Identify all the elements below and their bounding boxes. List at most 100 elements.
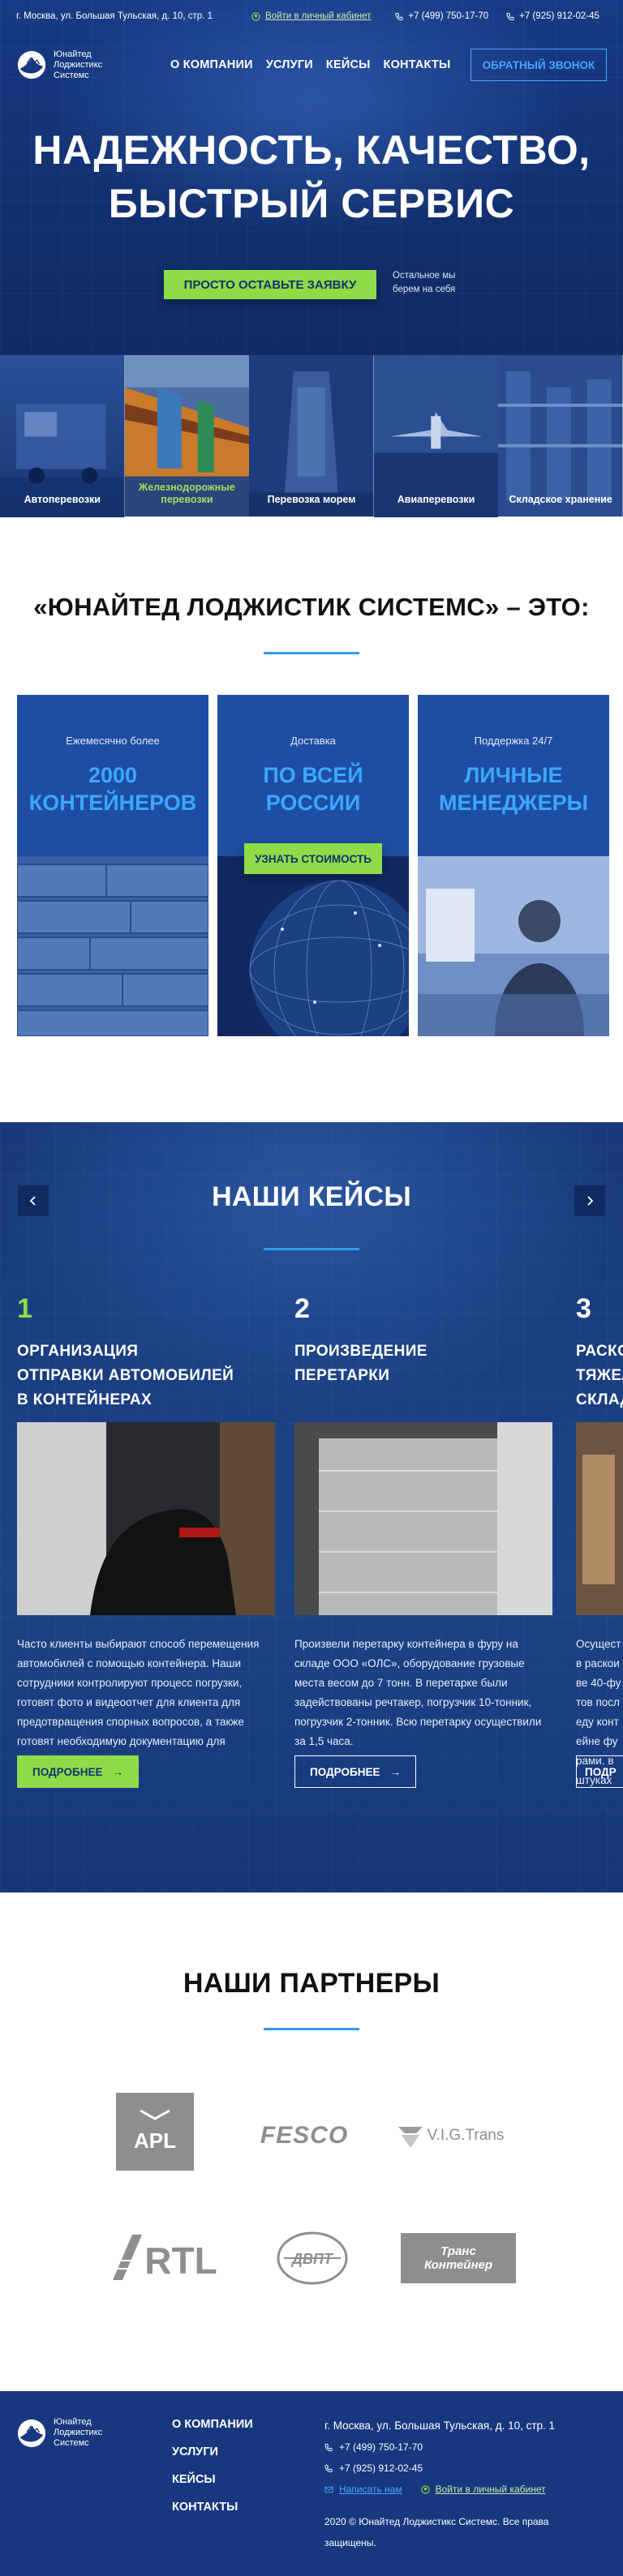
partner-logo-vig: V.I.G.Trans (393, 2118, 507, 2154)
service-rail[interactable]: Железнодорожные перевозки (124, 355, 250, 517)
header-address: г. Москва, ул. Большая Тульская, д. 10, … (16, 11, 213, 21)
service-trucks[interactable]: Автоперевозки (0, 355, 125, 517)
service-air[interactable]: Авиаперевозки (373, 355, 499, 517)
feature-card-highlight-line-1: ЛИЧНЫЕ (464, 763, 563, 787)
footer-logo[interactable]: Юнайтед Лоджистикс Системс (16, 2417, 154, 2449)
footer-write-us-link[interactable]: Написать нам (324, 2479, 402, 2500)
case-title-line: РАСКО (576, 1343, 623, 1360)
arrow-right-icon: → (112, 1765, 123, 1778)
cases-section: НАШИ КЕЙСЫ 1 ОРГАНИЗАЦИЯ ОТПРАВКИ АВТОМО… (0, 1122, 623, 1892)
footer-write-us-label: Написать нам (339, 2484, 402, 2495)
wrapped-cargo-image (294, 1422, 552, 1615)
feature-card-delivery: Доставка ПО ВСЕЙ РОССИИ УЗНАТЬ СТОИМОСТЬ (217, 695, 409, 1036)
nav-item-contacts[interactable]: КОНТАКТЫ (384, 58, 451, 71)
hero-title-line-2: БЫСТРЫЙ СЕРВИС (108, 181, 515, 226)
footer-phone-2[interactable]: +7 (925) 912-02-45 (324, 2458, 600, 2479)
warehouse-image (498, 355, 623, 517)
phone-icon (506, 12, 514, 20)
main-nav-row: Юнайтед Лоджистикс Системс О КОМПАНИИ УС… (0, 42, 623, 88)
services-strip: Автоперевозки Железнодорожные перевозки … (0, 355, 623, 517)
service-rail-label: Железнодорожные перевозки (138, 482, 235, 505)
partner-logo-fesco: FESCO (260, 2122, 349, 2149)
get-price-button[interactable]: УЗНАТЬ СТОИМОСТЬ (244, 843, 382, 874)
warehouse-boxes-image (576, 1422, 623, 1615)
footer-nav-about[interactable]: О КОМПАНИИ (172, 2411, 253, 2438)
case-more-button[interactable]: ПОДР (576, 1755, 623, 1788)
footer-nav-cases[interactable]: КЕЙСЫ (172, 2466, 253, 2493)
nav-item-services[interactable]: УСЛУГИ (266, 58, 313, 71)
partners-section: НАШИ ПАРТНЕРЫ APL FESCO V.I.G.Trans RTL … (0, 1892, 623, 2391)
case-more-label: ПОДРОБНЕЕ (310, 1765, 380, 1778)
feature-card-highlight: ПО ВСЕЙ РОССИИ (217, 761, 409, 817)
phone-icon (324, 2443, 333, 2451)
phone-icon (395, 12, 403, 20)
callback-button[interactable]: ОБРАТНЫЙ ЗВОНОК (470, 49, 607, 81)
case-description: Часто клиенты выбирают способ перемещени… (17, 1638, 260, 1767)
manager-photo-image (418, 856, 609, 1036)
partner-logo-rtl: RTL (110, 2231, 223, 2283)
footer-nav: О КОМПАНИИ УСЛУГИ КЕЙСЫ КОНТАКТЫ (172, 2411, 253, 2521)
phone-1-label: +7 (499) 750-17-70 (408, 11, 489, 21)
case-more-button[interactable]: ПОДРОБНЕЕ → (17, 1755, 139, 1788)
nav-item-about[interactable]: О КОМПАНИИ (170, 58, 253, 71)
footer: Юнайтед Лоджистикс Системс О КОМПАНИИ УС… (0, 2391, 623, 2576)
case-title-line: ПЕРЕТАРКИ (294, 1367, 390, 1384)
dvpt-logo-icon: ДВПТ (277, 2231, 348, 2285)
case-more-button[interactable]: ПОДРОБНЕЕ → (294, 1755, 416, 1788)
site-logo[interactable]: Юнайтед Лоджистикс Системс (16, 49, 154, 81)
feature-card-highlight: 2000 КОНТЕЙНЕРОВ (17, 761, 208, 817)
cabinet-link[interactable]: Войти в личный кабинет (251, 11, 371, 21)
footer-phone-2-label: +7 (925) 912-02-45 (339, 2462, 423, 2474)
containers-image (17, 856, 208, 1036)
cases-title-underline (264, 1248, 359, 1250)
footer-phone-1-label: +7 (499) 750-17-70 (339, 2441, 423, 2453)
phone-icon (324, 2464, 333, 2472)
service-warehouse-label: Складское хранение (509, 494, 612, 505)
arrow-right-icon: → (389, 1765, 401, 1778)
footer-logo-line-3: Системс (54, 2438, 89, 2448)
case-more-label: ПОДРОБНЕЕ (32, 1765, 103, 1778)
service-sea-label: Перевозка морем (267, 494, 356, 505)
phone-link-1[interactable]: +7 (499) 750-17-70 (395, 11, 488, 21)
ship-image (249, 355, 374, 517)
footer-nav-contacts[interactable]: КОНТАКТЫ (172, 2493, 253, 2521)
phone-2-label: +7 (925) 912-02-45 (519, 11, 599, 21)
case-more-label: ПОДР (585, 1765, 617, 1778)
footer-logo-line-2: Лоджистикс (54, 2428, 103, 2437)
case-number: 2 (294, 1293, 310, 1324)
footer-contacts: г. Москва, ул. Большая Тульская, д. 10, … (324, 2415, 600, 2553)
feature-card-highlight-line-2: КОНТЕЙНЕРОВ (28, 791, 197, 815)
cases-title: НАШИ КЕЙСЫ (212, 1181, 411, 1212)
partner-logo-dvpt: ДВПТ (276, 2231, 349, 2285)
globe-logo-icon (17, 50, 46, 79)
footer-cabinet-link[interactable]: Войти в личный кабинет (420, 2479, 546, 2500)
case-title: ПРОИЗВЕДЕНИЕ ПЕРЕТАРКИ (294, 1339, 552, 1388)
service-warehouse[interactable]: Складское хранение (498, 355, 623, 517)
footer-address: г. Москва, ул. Большая Тульская, д. 10, … (324, 2420, 556, 2432)
feature-card-highlight: ЛИЧНЫЕ МЕНЕДЖЕРЫ (418, 761, 609, 817)
service-sea[interactable]: Перевозка морем (249, 355, 374, 517)
phone-link-2[interactable]: +7 (925) 912-02-45 (506, 11, 599, 21)
partner-logo-transcontainer: Транс Контейнер (401, 2233, 516, 2283)
case-description: Произвели перетарку контейнера в фуру на… (294, 1638, 542, 1747)
case-number: 3 (576, 1293, 591, 1324)
cta-note-line-1: Остальное мы (393, 271, 456, 281)
case-title: ОРГАНИЗАЦИЯ ОТПРАВКИ АВТОМОБИЛЕЙ В КОНТЕ… (17, 1339, 275, 1412)
service-air-label: Авиаперевозки (397, 494, 475, 505)
nav-item-cases[interactable]: КЕЙСЫ (326, 58, 371, 71)
cabinet-link-label: Войти в личный кабинет (265, 11, 372, 21)
logo-line-1: Юнайтед (54, 49, 92, 59)
leave-request-button[interactable]: ПРОСТО ОСТАВЬТЕ ЗАЯВКУ (164, 270, 376, 299)
apl-logo-text: APL (134, 2128, 176, 2153)
car-in-container-image (17, 1422, 275, 1615)
case-title-line: В КОНТЕЙНЕРАХ (17, 1391, 153, 1408)
cta-note: Остальное мы берем на себя (393, 269, 455, 297)
footer-phone-1[interactable]: +7 (499) 750-17-70 (324, 2437, 600, 2458)
case-card: 2 ПРОИЗВЕДЕНИЕ ПЕРЕТАРКИ Произвели перет… (294, 1292, 552, 1788)
case-title-line: СКЛАД (576, 1391, 623, 1408)
partner-logo-apl: APL (116, 2093, 194, 2171)
feature-card-containers: Ежемесячно более 2000 КОНТЕЙНЕРОВ (17, 695, 208, 1036)
apl-logo-icon: APL (134, 2109, 176, 2153)
case-number: 1 (17, 1293, 32, 1324)
footer-nav-services[interactable]: УСЛУГИ (172, 2438, 253, 2466)
